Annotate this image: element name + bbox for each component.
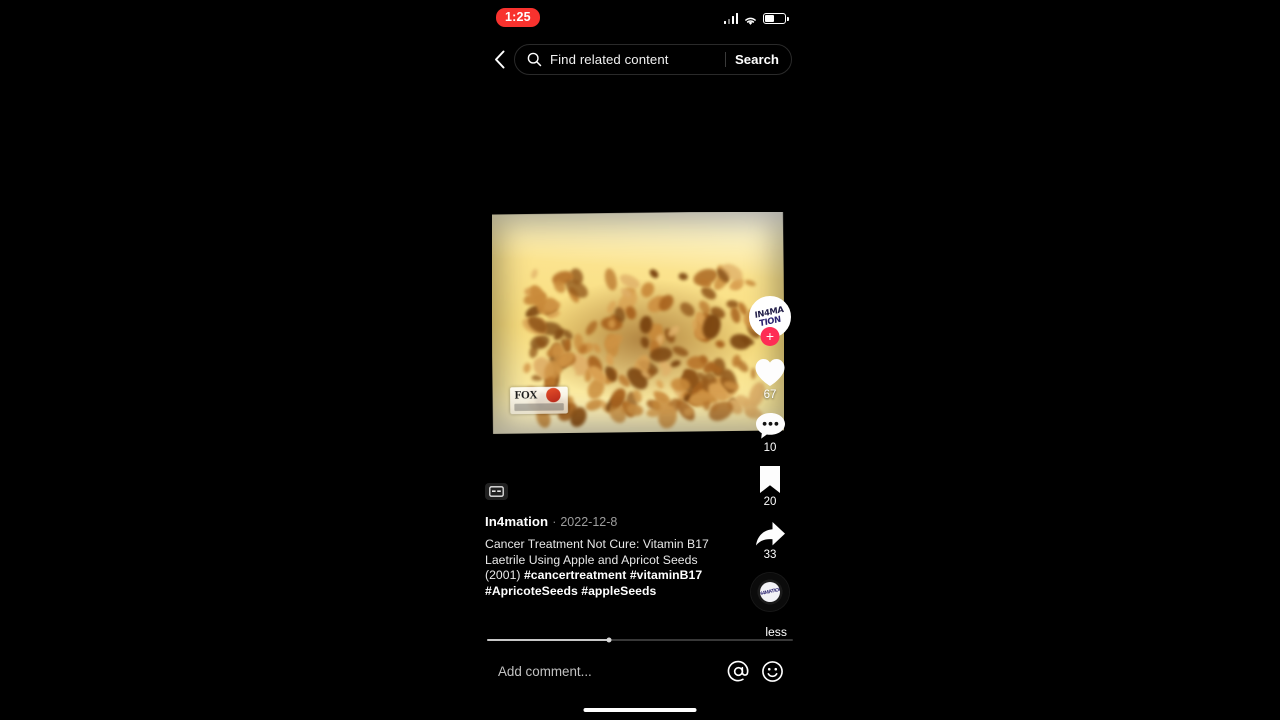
share-button[interactable]: 33 (754, 520, 787, 561)
comment-bubble-icon (755, 413, 785, 439)
cellular-signal-icon (723, 13, 738, 24)
screen-root: 1:25 Find related content Search FOX IN4… (0, 0, 1280, 720)
progress-track[interactable] (487, 637, 793, 643)
post-caption: Cancer Treatment Not Cure: Vitamin B17 L… (485, 537, 710, 599)
follow-button[interactable] (760, 327, 780, 346)
search-header: Find related content Search (480, 42, 800, 76)
music-disc-icon[interactable]: IN4MATION (751, 573, 789, 611)
action-rail: IN4MA TION 67 (742, 296, 798, 611)
search-input[interactable]: Find related content (550, 52, 721, 67)
meta-separator: · (552, 515, 557, 529)
at-mention-icon[interactable] (727, 660, 750, 683)
comment-button[interactable]: 10 (754, 411, 787, 454)
battery-icon (763, 12, 789, 24)
bookmark-count: 20 (763, 496, 777, 508)
bookmark-icon (760, 466, 780, 493)
author-name[interactable]: In4mation (485, 514, 548, 529)
chevron-left-icon (494, 50, 504, 68)
post-date: 2022-12-8 (560, 515, 618, 529)
music-disc-art-text: IN4MATION (760, 586, 780, 597)
status-icons (723, 10, 789, 25)
comment-bar: Add comment... (480, 648, 800, 694)
closed-caption-icon (489, 486, 504, 497)
phone-viewport: 1:25 Find related content Search FOX IN4… (480, 0, 800, 720)
add-comment-input[interactable]: Add comment... (496, 664, 716, 679)
search-submit-button[interactable]: Search (735, 52, 781, 67)
fox-watermark: FOX (510, 386, 569, 415)
search-icon (527, 52, 542, 66)
recording-time-pill: 1:25 (496, 8, 540, 27)
heart-icon (755, 359, 785, 386)
creator-avatar-button[interactable]: IN4MA TION (749, 296, 791, 346)
bookmark-button[interactable]: 20 (757, 464, 783, 508)
search-bar[interactable]: Find related content Search (514, 43, 792, 75)
author-row: In4mation · 2022-12-8 (485, 514, 725, 529)
comment-count: 10 (763, 442, 777, 454)
progress-fill (487, 639, 610, 641)
video-frame: FOX (492, 212, 784, 435)
video-player[interactable]: FOX (492, 212, 784, 436)
video-progress-bar[interactable] (480, 636, 800, 644)
caption-block: In4mation · 2022-12-8 Cancer Treatment N… (485, 514, 725, 599)
music-disc-button[interactable]: IN4MATION (751, 573, 789, 611)
wifi-icon (743, 13, 758, 25)
progress-handle[interactable] (606, 637, 612, 643)
closed-caption-button[interactable] (485, 483, 508, 500)
home-indicator (583, 707, 697, 712)
like-count: 67 (763, 389, 777, 401)
share-arrow-icon (755, 522, 785, 546)
back-button[interactable] (484, 42, 514, 76)
status-bar: 1:25 (480, 0, 800, 34)
like-button[interactable]: 67 (753, 356, 787, 401)
share-count: 33 (763, 549, 777, 561)
emoji-smiley-icon[interactable] (761, 660, 784, 683)
search-divider (725, 51, 726, 67)
